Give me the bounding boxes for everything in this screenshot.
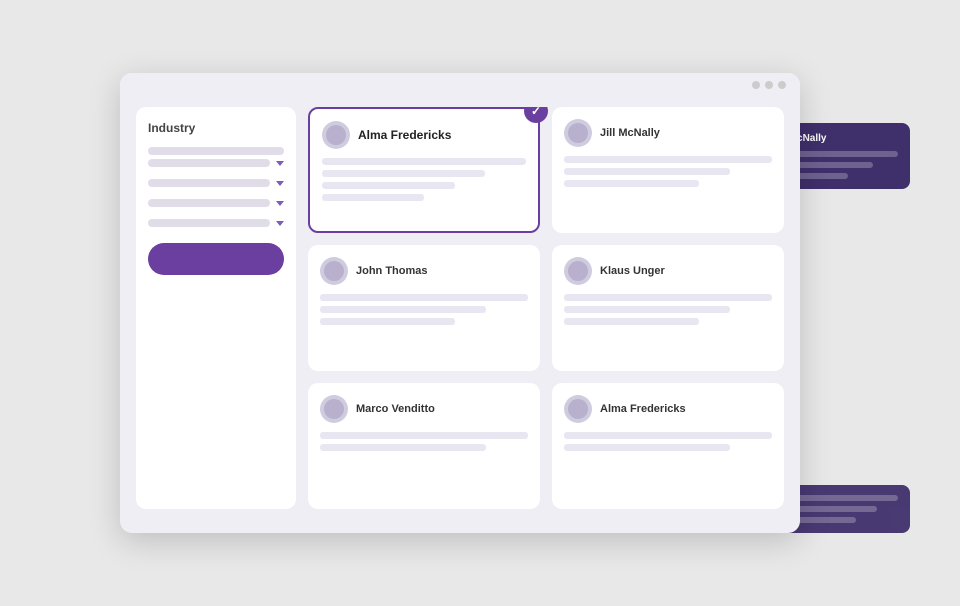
search-button[interactable] bbox=[148, 243, 284, 275]
card-header-2: Jill McNally bbox=[564, 119, 772, 147]
avatar-inner-6 bbox=[568, 399, 588, 419]
card-line-2c bbox=[564, 180, 699, 187]
filter-bar-3b bbox=[148, 199, 270, 207]
card-john-thomas[interactable]: John Thomas bbox=[308, 245, 540, 371]
avatar-1 bbox=[322, 121, 350, 149]
filter-item-4 bbox=[148, 215, 284, 227]
card-name-3: John Thomas bbox=[356, 265, 428, 277]
filter-row-3[interactable] bbox=[148, 199, 284, 207]
card-header-6: Alma Fredericks bbox=[564, 395, 772, 423]
card-jill-mcnally[interactable]: Jill McNally bbox=[552, 107, 784, 233]
avatar-inner-1 bbox=[326, 125, 346, 145]
avatar-2 bbox=[564, 119, 592, 147]
filter-bar-1 bbox=[148, 147, 284, 155]
card-line-3b bbox=[320, 306, 486, 313]
card-line-2b bbox=[564, 168, 730, 175]
filter-row-2[interactable] bbox=[148, 179, 284, 187]
card-name-1: Alma Fredericks bbox=[358, 128, 451, 142]
dropdown-arrow-2[interactable] bbox=[276, 181, 284, 186]
filter-row-4[interactable] bbox=[148, 219, 284, 227]
card-line-4c bbox=[564, 318, 699, 325]
card-marco-venditto[interactable]: Marco Venditto bbox=[308, 383, 540, 509]
card-line-3a bbox=[320, 294, 528, 301]
browser-body: Industry bbox=[120, 97, 800, 525]
cards-grid: ✓ Alma Fredericks bbox=[308, 107, 784, 509]
dropdown-arrow-1[interactable] bbox=[276, 161, 284, 166]
filter-title: Industry bbox=[148, 121, 284, 135]
avatar-3 bbox=[320, 257, 348, 285]
avatar-inner-4 bbox=[568, 261, 588, 281]
card-header-1: Alma Fredericks bbox=[322, 121, 526, 149]
filter-item-2 bbox=[148, 175, 284, 187]
dot-2 bbox=[765, 81, 773, 89]
popup-bottom-line-3 bbox=[792, 517, 856, 523]
card-line-5b bbox=[320, 444, 486, 451]
card-name-6: Alma Fredericks bbox=[600, 403, 686, 415]
browser-window: Industry bbox=[120, 73, 800, 533]
card-line-1c bbox=[322, 182, 455, 189]
card-klaus-unger[interactable]: Klaus Unger bbox=[552, 245, 784, 371]
card-header-4: Klaus Unger bbox=[564, 257, 772, 285]
avatar-inner-5 bbox=[324, 399, 344, 419]
avatar-5 bbox=[320, 395, 348, 423]
filter-item-1 bbox=[148, 147, 284, 167]
filter-item-3 bbox=[148, 195, 284, 207]
card-line-1a bbox=[322, 158, 526, 165]
filter-bar-2b bbox=[148, 179, 270, 187]
dot-3 bbox=[778, 81, 786, 89]
card-alma-fredericks-1[interactable]: ✓ Alma Fredericks bbox=[308, 107, 540, 233]
card-line-6b bbox=[564, 444, 730, 451]
filter-bar-4b bbox=[148, 219, 270, 227]
dropdown-arrow-3[interactable] bbox=[276, 201, 284, 206]
filter-row-1[interactable] bbox=[148, 159, 284, 167]
filter-panel: Industry bbox=[136, 107, 296, 509]
card-line-4b bbox=[564, 306, 730, 313]
card-line-5a bbox=[320, 432, 528, 439]
card-alma-fredericks-2[interactable]: Alma Fredericks bbox=[552, 383, 784, 509]
card-line-4a bbox=[564, 294, 772, 301]
popup-bottom-line-2 bbox=[792, 506, 877, 512]
filter-bar-1b bbox=[148, 159, 270, 167]
popup-bottom-line-1 bbox=[792, 495, 898, 501]
card-line-2a bbox=[564, 156, 772, 163]
avatar-6 bbox=[564, 395, 592, 423]
avatar-4 bbox=[564, 257, 592, 285]
avatar-inner-2 bbox=[568, 123, 588, 143]
dot-1 bbox=[752, 81, 760, 89]
card-name-2: Jill McNally bbox=[600, 127, 660, 139]
card-header-5: Marco Venditto bbox=[320, 395, 528, 423]
card-name-4: Klaus Unger bbox=[600, 265, 665, 277]
scene: Jill McNally Industry bbox=[90, 43, 870, 563]
card-name-5: Marco Venditto bbox=[356, 403, 435, 415]
card-line-1d bbox=[322, 194, 424, 201]
avatar-inner-3 bbox=[324, 261, 344, 281]
window-controls bbox=[752, 81, 786, 89]
titlebar bbox=[120, 73, 800, 97]
selected-badge: ✓ bbox=[524, 107, 548, 123]
card-line-3c bbox=[320, 318, 455, 325]
card-header-3: John Thomas bbox=[320, 257, 528, 285]
card-line-6a bbox=[564, 432, 772, 439]
card-line-1b bbox=[322, 170, 485, 177]
dropdown-arrow-4[interactable] bbox=[276, 221, 284, 226]
